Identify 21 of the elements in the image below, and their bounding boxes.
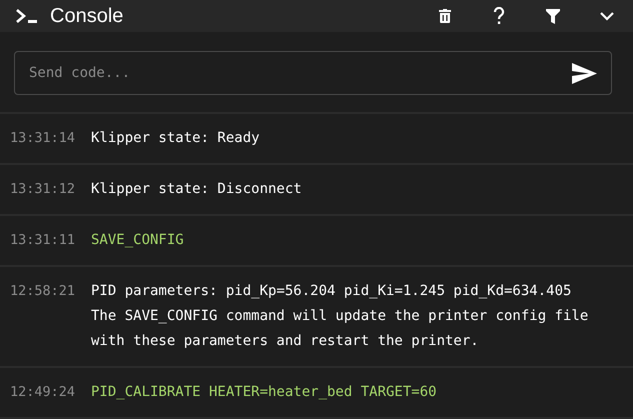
timestamp: 13:31:11 [10, 231, 76, 250]
filter-icon [546, 8, 560, 24]
send-code-input[interactable]: Send code... [27, 64, 572, 82]
send-code-field[interactable]: Send code... [14, 51, 612, 95]
send-icon[interactable] [572, 62, 597, 84]
help-icon [493, 7, 505, 25]
chevron-down-icon [600, 12, 614, 20]
trash-icon [439, 9, 451, 23]
panel-title: Console [50, 4, 124, 28]
message-text: with these parameters and restart the printer. [91, 332, 480, 351]
command-text: PID_CALIBRATE HEATER=heater_bed TARGET=60 [91, 383, 437, 402]
message-text: The SAVE_CONFIG command will update the printer config file [91, 307, 588, 326]
timestamp: 13:31:12 [10, 180, 76, 199]
message-text: Klipper state: Ready [91, 129, 260, 148]
timestamp: 12:49:24 [10, 383, 76, 402]
message-text: PID parameters: pid_Kp=56.204 pid_Ki=1.245 pid_Kd=634.405 [91, 282, 572, 301]
timestamp: 13:31:14 [10, 129, 76, 148]
command-text: SAVE_CONFIG [91, 231, 184, 250]
timestamp: 12:58:21 [10, 282, 76, 301]
message-text: Klipper state: Disconnect [91, 180, 302, 199]
terminal-icon [16, 9, 38, 23]
